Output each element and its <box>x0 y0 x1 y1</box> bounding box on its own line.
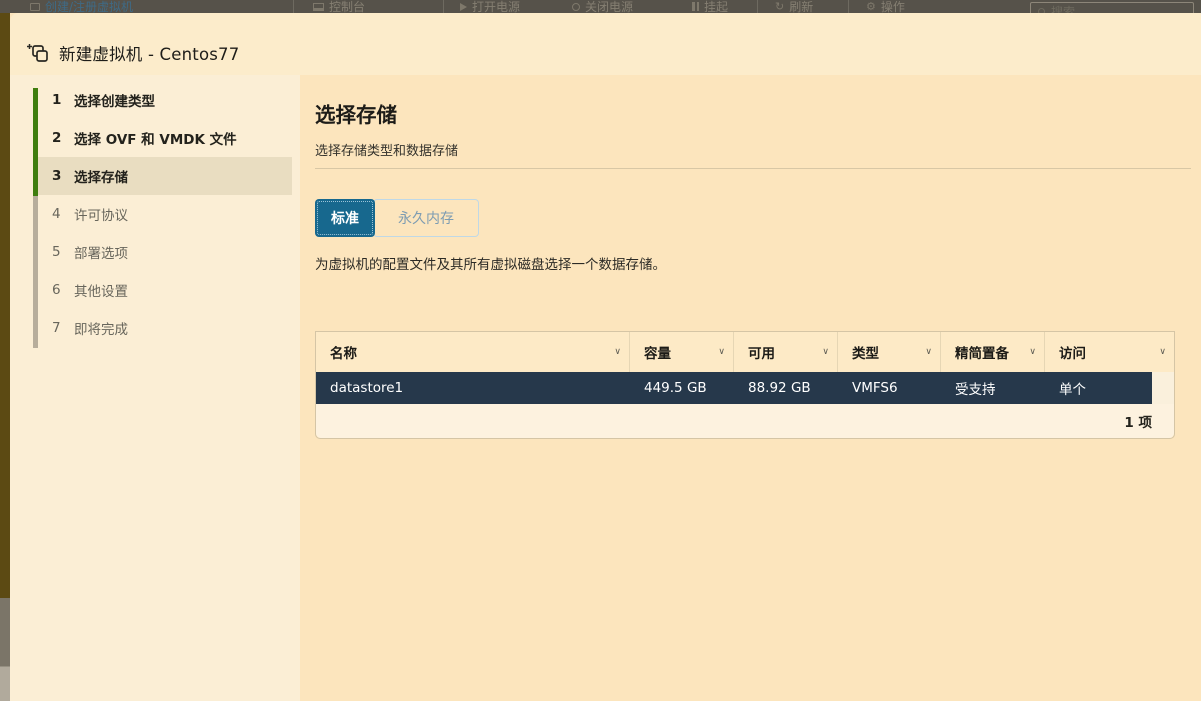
table-row-datastore1-selected[interactable]: datastore1 449.5 GB 88.92 GB VMFS6 受支持 单… <box>316 372 1174 404</box>
column-header-name[interactable]: 名称 ∨ <box>316 332 630 372</box>
scrollbar-gutter[interactable] <box>1152 372 1174 404</box>
cell-capacity: 449.5 GB <box>630 372 734 404</box>
gear-icon: ⚙ <box>866 0 876 13</box>
page-title: 选择存储 <box>315 98 1201 128</box>
refresh-icon: ↻ <box>775 0 784 13</box>
table-footer: 1 项 <box>316 404 1174 438</box>
column-header-thin-provisioning[interactable]: 精简置备 ∨ <box>941 332 1045 372</box>
wizard-step-3-current[interactable]: 3 选择存储 <box>38 157 292 195</box>
toolbar-item-refresh[interactable]: ↻ 刷新 <box>775 0 813 13</box>
console-icon <box>313 3 324 11</box>
dialog-header: 新建虚拟机 - Centos77 <box>10 13 1201 75</box>
toolbar-item-power-off[interactable]: 关闭电源 <box>572 0 633 13</box>
chevron-down-icon[interactable]: ∨ <box>1159 347 1166 357</box>
wizard-step-2[interactable]: 2 选择 OVF 和 VMDK 文件 <box>38 119 292 157</box>
toolbar-item-console[interactable]: 控制台 <box>313 0 365 13</box>
toolbar-item-create-vm[interactable]: 创建/注册虚拟机 <box>30 0 133 13</box>
cell-thin-provisioning: 受支持 <box>941 372 1045 404</box>
chevron-down-icon[interactable]: ∨ <box>1029 347 1036 357</box>
chevron-down-icon[interactable]: ∨ <box>614 347 621 357</box>
toolbar-separator <box>757 0 758 13</box>
storage-type-tabs: 标准 永久内存 <box>315 199 479 237</box>
toolbar-item-power-on[interactable]: 打开电源 <box>460 0 520 13</box>
cell-type: VMFS6 <box>838 372 941 404</box>
tab-persistent-memory[interactable]: 永久内存 <box>373 199 479 237</box>
toolbar-item-suspend[interactable]: 挂起 <box>692 0 728 13</box>
page-subtitle: 选择存储类型和数据存储 <box>315 140 1201 159</box>
search-placeholder: 搜索 <box>1051 3 1075 14</box>
power-on-icon <box>460 3 467 11</box>
datastore-table: 名称 ∨ 容量 ∨ 可用 ∨ 类型 ∨ <box>315 331 1175 439</box>
column-header-access[interactable]: 访问 ∨ <box>1045 332 1174 372</box>
toolbar-item-actions[interactable]: ⚙ 操作 <box>866 0 905 13</box>
column-header-capacity[interactable]: 容量 ∨ <box>630 332 734 372</box>
table-header-row: 名称 ∨ 容量 ∨ 可用 ∨ 类型 ∨ <box>316 332 1174 372</box>
new-vm-icon <box>26 43 50 64</box>
column-header-free[interactable]: 可用 ∨ <box>734 332 838 372</box>
toolbar-separator <box>443 0 444 13</box>
power-off-icon <box>572 3 580 11</box>
wizard-step-5[interactable]: 5 部署选项 <box>38 233 292 271</box>
tab-standard[interactable]: 标准 <box>315 199 375 237</box>
wizard-step-6[interactable]: 6 其他设置 <box>38 271 292 309</box>
new-vm-wizard-dialog: 新建虚拟机 - Centos77 1 选择创建类型 2 选择 OVF 和 VMD… <box>10 13 1201 701</box>
dimmed-page-edge <box>0 13 10 701</box>
toolbar-separator <box>848 0 849 13</box>
dialog-title: 新建虚拟机 - Centos77 <box>59 41 239 65</box>
divider <box>315 168 1191 169</box>
cell-free: 88.92 GB <box>734 372 838 404</box>
chevron-down-icon[interactable]: ∨ <box>925 347 932 357</box>
column-header-type[interactable]: 类型 ∨ <box>838 332 941 372</box>
wizard-step-7[interactable]: 7 即将完成 <box>38 309 292 347</box>
new-vm-icon <box>30 3 40 11</box>
wizard-content-pane: 选择存储 选择存储类型和数据存储 标准 永久内存 为虚拟机的配置文件及其所有虚拟… <box>300 75 1201 701</box>
wizard-steps-sidebar: 1 选择创建类型 2 选择 OVF 和 VMDK 文件 3 选择存储 4 许可协… <box>10 75 300 701</box>
instruction-text: 为虚拟机的配置文件及其所有虚拟磁盘选择一个数据存储。 <box>315 253 666 273</box>
chevron-down-icon[interactable]: ∨ <box>718 347 725 357</box>
wizard-step-4[interactable]: 4 许可协议 <box>38 195 292 233</box>
search-input[interactable]: 搜索 <box>1030 2 1194 13</box>
cell-name: datastore1 <box>316 372 630 404</box>
suspend-icon <box>692 2 699 11</box>
cell-access: 单个 <box>1045 372 1152 404</box>
background-toolbar: 创建/注册虚拟机 控制台 打开电源 关闭电源 挂起 ↻ 刷新 ⚙ 操作 搜索 <box>0 0 1201 13</box>
item-count: 1 项 <box>1124 411 1152 431</box>
wizard-step-1[interactable]: 1 选择创建类型 <box>38 81 292 119</box>
chevron-down-icon[interactable]: ∨ <box>822 347 829 357</box>
toolbar-separator <box>293 0 294 13</box>
